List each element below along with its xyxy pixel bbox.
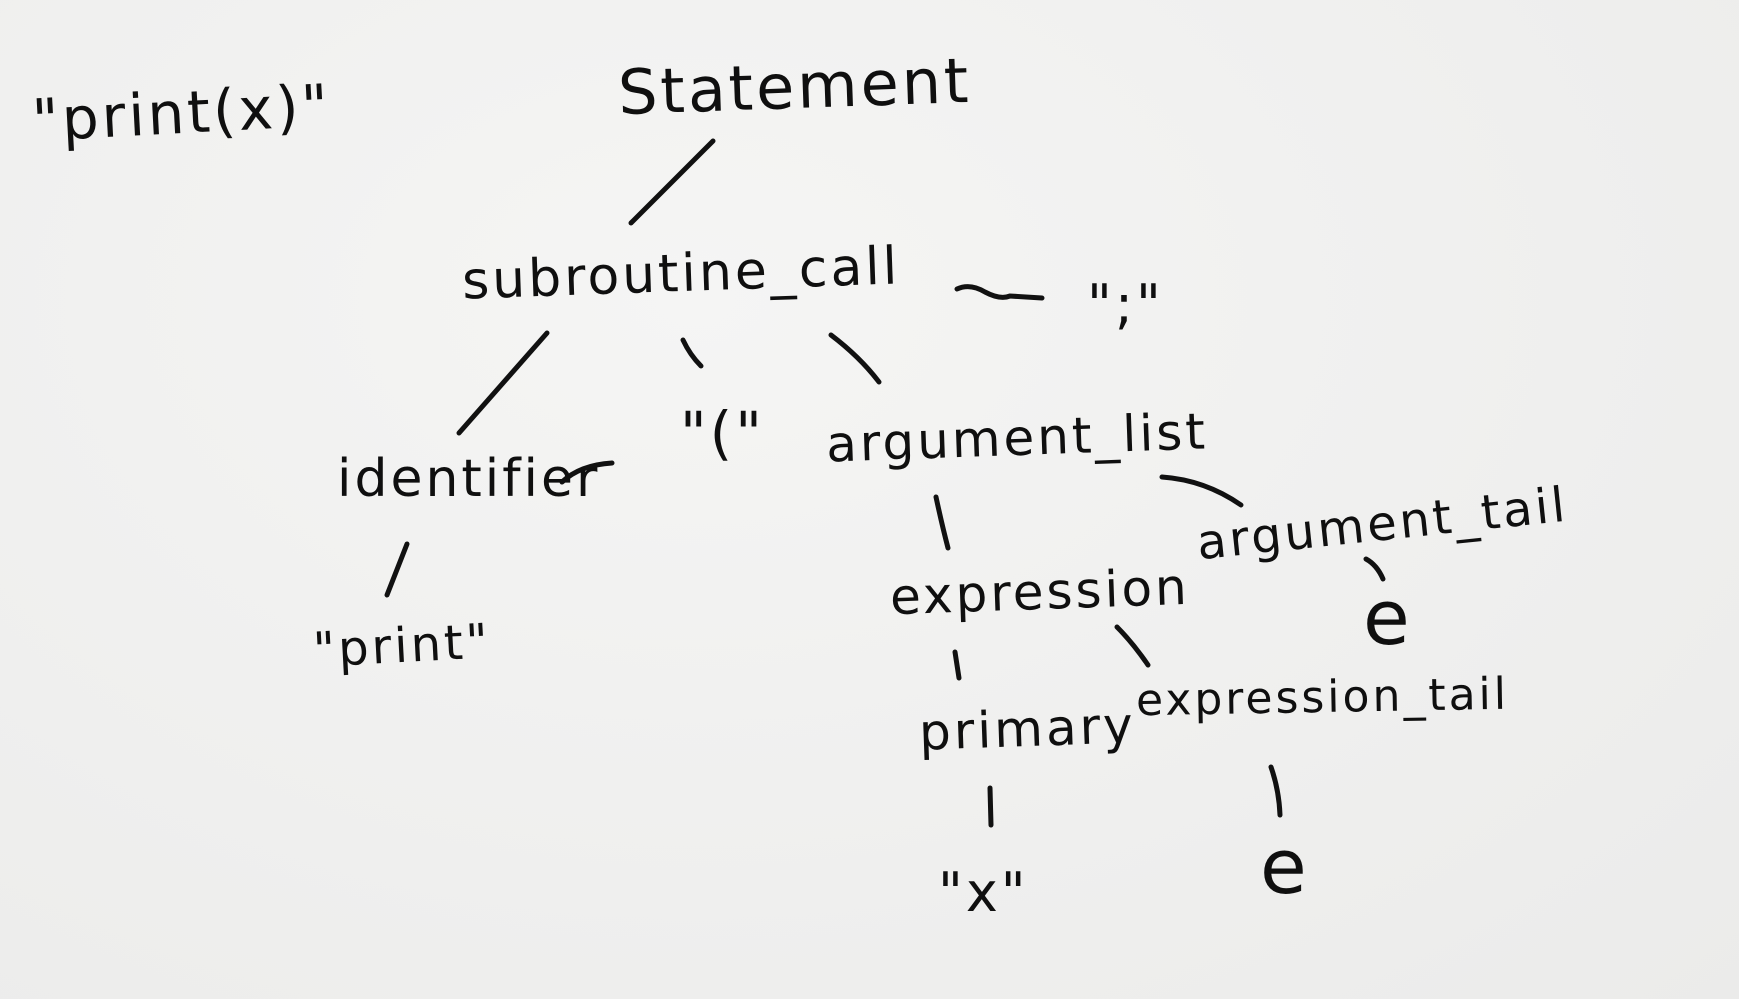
node-primary: primary: [918, 696, 1137, 762]
edge-expression_tail-epsilon: [1268, 764, 1283, 818]
edge-primary-x: [987, 785, 994, 828]
node-open_paren: "(": [680, 399, 765, 467]
node-identifier: identifier: [337, 449, 601, 509]
node-expression_tail: expression_tail: [1135, 668, 1510, 727]
edge-expression-expression_tail: [1114, 624, 1151, 668]
edge-argument_list-argument_tail: [1159, 474, 1244, 508]
edge-subroutine_call-argument_list: [828, 332, 882, 385]
edge-subroutine_call-open_paren: [680, 337, 704, 369]
node-subroutine_call: subroutine_call: [461, 236, 902, 312]
edge-subroutine_call-identifier: [456, 330, 550, 436]
node-expression: expression: [889, 557, 1191, 627]
node-print_literal: "print": [311, 613, 493, 679]
edge-statement-subroutine_call: [628, 138, 716, 226]
diagram-canvas: "print(x)" Statement subroutine_call ";"…: [0, 0, 1739, 999]
node-x_literal: "x": [938, 861, 1029, 924]
node-expression_tail-epsilon: e: [1260, 822, 1310, 911]
edge-identifier-print: [384, 541, 410, 598]
edge-argument_list-expression: [933, 494, 951, 551]
edge-expression-primary: [952, 649, 962, 681]
node-argument_tail-epsilon: e: [1363, 573, 1413, 662]
node-argument_list: argument_list: [825, 402, 1209, 474]
input-string-label: "print(x)": [30, 71, 333, 155]
node-statement: Statement: [616, 43, 973, 130]
edge-subroutine_call-semicolon: [954, 284, 1045, 301]
node-semicolon: ";": [1087, 273, 1164, 336]
